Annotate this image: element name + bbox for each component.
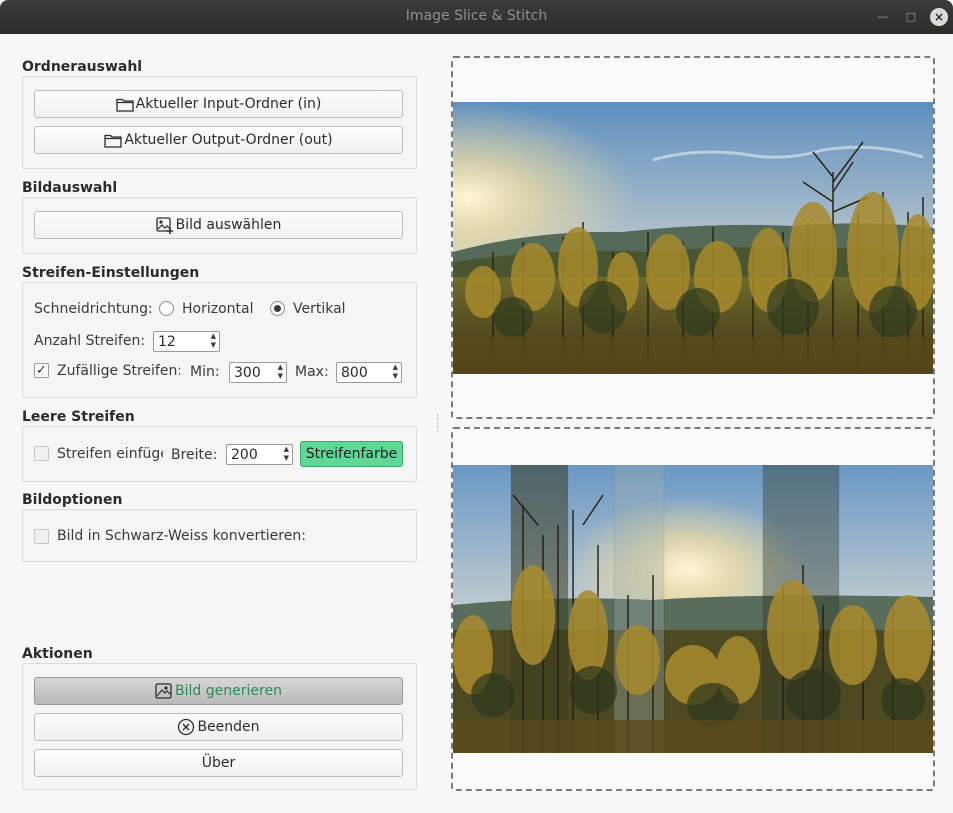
spin-arrows-icon[interactable]: ▲ ▼	[211, 332, 216, 350]
width-spinbox[interactable]: 200 ▲ ▼	[226, 444, 293, 465]
quit-label: Beenden	[197, 719, 260, 735]
output-folder-button[interactable]: Aktueller Output-Ordner (out)	[34, 126, 403, 154]
generate-image-button[interactable]: Bild generieren	[34, 677, 403, 705]
horizontal-radio-label[interactable]: Horizontal	[182, 301, 253, 317]
section-label-empty-strips: Leere Streifen	[22, 409, 137, 428]
horizontal-radio[interactable]	[159, 301, 174, 316]
original-image-preview	[451, 56, 935, 419]
close-window-icon[interactable]: ×	[930, 8, 948, 26]
maximize-icon[interactable]: □	[904, 10, 918, 24]
max-value: 800	[341, 365, 368, 381]
count-value: 12	[158, 334, 176, 350]
generated-image-preview	[451, 427, 935, 791]
window-title: Image Slice & Stitch	[405, 8, 548, 24]
section-label-strips: Streifen-Einstellungen	[22, 265, 202, 284]
random-strips-label[interactable]: Zufällige Streifen:	[57, 363, 180, 379]
random-strips-checkbox[interactable]: ✓	[34, 363, 49, 378]
grayscale-label[interactable]: Bild in Schwarz-Weiss konvertieren:	[57, 528, 306, 544]
section-label-folder: Ordnerauswahl	[22, 59, 145, 78]
section-label-actions: Aktionen	[22, 646, 95, 665]
minimize-icon[interactable]: —	[876, 10, 890, 24]
width-label: Breite:	[171, 447, 218, 463]
image-add-icon	[155, 216, 173, 234]
spin-arrows-icon[interactable]: ▲ ▼	[393, 363, 398, 381]
spin-arrows-icon[interactable]: ▲ ▼	[284, 445, 289, 463]
generate-image-label: Bild generieren	[175, 683, 282, 699]
input-folder-button[interactable]: Aktueller Input-Ordner (in)	[34, 90, 403, 118]
count-spinbox[interactable]: 12 ▲ ▼	[153, 331, 220, 352]
close-circle-icon	[178, 718, 195, 736]
max-spinbox[interactable]: 800 ▲ ▼	[336, 362, 402, 383]
folder-icon	[115, 98, 134, 112]
section-label-image-options: Bildoptionen	[22, 492, 125, 511]
generated-image	[453, 465, 933, 753]
input-folder-label: Aktueller Input-Ordner (in)	[135, 96, 322, 112]
output-folder-label: Aktueller Output-Ordner (out)	[124, 132, 333, 148]
section-label-image: Bildauswahl	[22, 180, 120, 199]
min-label: Min:	[190, 364, 220, 380]
width-value: 200	[231, 447, 258, 463]
max-label: Max:	[295, 364, 329, 380]
about-button[interactable]: Über	[34, 749, 403, 777]
quit-button[interactable]: Beenden	[34, 713, 403, 741]
insert-strips-checkbox[interactable]	[34, 446, 49, 461]
count-label: Anzahl Streifen:	[34, 333, 146, 349]
insert-strips-label[interactable]: Streifen einfügen	[57, 446, 163, 462]
select-image-button[interactable]: Bild auswählen	[34, 211, 403, 239]
min-spinbox[interactable]: 300 ▲ ▼	[229, 362, 287, 383]
spin-arrows-icon[interactable]: ▲ ▼	[278, 363, 283, 381]
direction-label: Schneidrichtung:	[34, 301, 153, 317]
strip-color-button[interactable]: Streifenfarbe	[300, 441, 403, 467]
select-image-label: Bild auswählen	[175, 217, 282, 233]
vertical-radio[interactable]	[270, 301, 285, 316]
vertical-radio-label[interactable]: Vertikal	[293, 301, 346, 317]
title-bar: Image Slice & Stitch — □ ×	[0, 0, 953, 34]
folder-icon	[104, 134, 122, 148]
panel-splitter-handle[interactable]	[437, 414, 439, 434]
grayscale-checkbox[interactable]	[34, 529, 49, 544]
about-label: Über	[201, 755, 236, 771]
original-landscape-image	[453, 102, 933, 374]
min-value: 300	[234, 365, 261, 381]
image-icon	[155, 683, 172, 699]
